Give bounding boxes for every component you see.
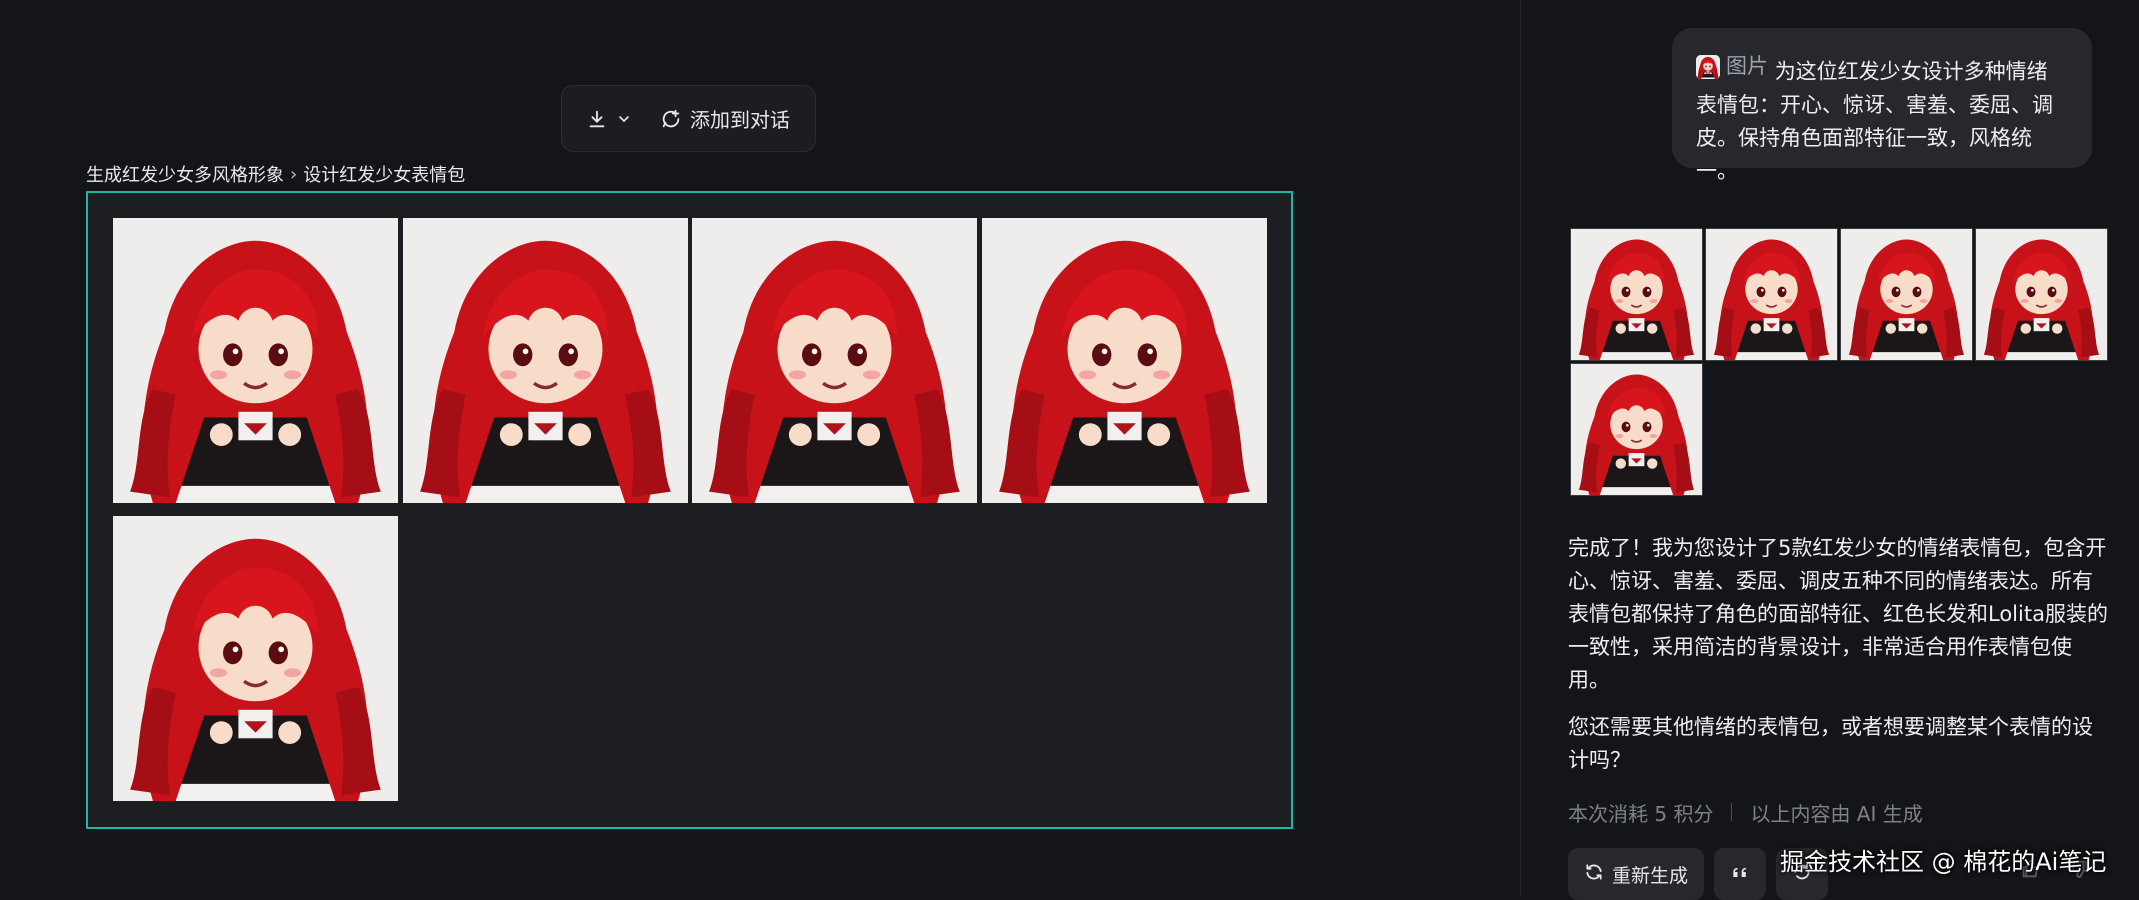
user-message-bubble: 图片 为这位红发少女设计多种情绪表情包：开心、惊讶、害羞、委屈、调皮。保持角色面… bbox=[1672, 28, 2092, 183]
reply-meta: 本次消耗 5 积分 以上内容由 AI 生成 bbox=[1568, 797, 1923, 827]
image-toolbar: 添加到对话 bbox=[561, 85, 816, 152]
assistant-reply: 完成了！我为您设计了5款红发少女的情绪表情包，包含开心、惊讶、害羞、委屈、调皮五… bbox=[1568, 532, 2113, 791]
result-thumbnail-1[interactable] bbox=[1570, 228, 1703, 361]
emoji-image-5[interactable] bbox=[113, 516, 398, 801]
reference-thumbnail bbox=[1696, 54, 1720, 79]
result-thumbnail-5[interactable] bbox=[1570, 363, 1703, 496]
quote-button[interactable] bbox=[1714, 848, 1767, 900]
result-thumbnail-3[interactable] bbox=[1840, 228, 1973, 361]
refresh-icon bbox=[1584, 862, 1604, 887]
reply-paragraph: 完成了！我为您设计了5款红发少女的情绪表情包，包含开心、惊讶、害羞、委屈、调皮五… bbox=[1568, 536, 2108, 692]
add-to-chat-button[interactable]: 添加到对话 bbox=[650, 97, 800, 141]
quote-icon bbox=[1730, 862, 1750, 887]
result-thumbnail-4[interactable] bbox=[1975, 228, 2108, 361]
reference-label: 图片 bbox=[1726, 54, 1768, 78]
watermark: 掘金技术社区 @ 棉花的Ai笔记 bbox=[1780, 848, 2107, 876]
download-icon bbox=[586, 108, 608, 130]
image-grid-frame bbox=[86, 191, 1293, 829]
meta-divider bbox=[1731, 803, 1733, 821]
add-chat-icon bbox=[660, 108, 682, 130]
emoji-image-2[interactable] bbox=[403, 218, 688, 503]
breadcrumb: 生成红发少女多风格形象 › 设计红发少女表情包 bbox=[86, 160, 465, 188]
breadcrumb-current: 设计红发少女表情包 bbox=[303, 165, 466, 186]
emoji-image-1[interactable] bbox=[113, 218, 398, 503]
regenerate-button[interactable]: 重新生成 bbox=[1568, 848, 1705, 900]
add-to-chat-label: 添加到对话 bbox=[690, 108, 790, 132]
breadcrumb-parent[interactable]: 生成红发少女多风格形象 bbox=[86, 161, 284, 187]
result-thumbnail-grid bbox=[1570, 228, 2110, 498]
canvas-area: 添加到对话 生成红发少女多风格形象 › 设计红发少女表情包 bbox=[0, 0, 1520, 897]
reply-paragraph: 您还需要其他情绪的表情包，或者想要调整某个表情的设计吗？ bbox=[1568, 715, 2093, 772]
download-button[interactable] bbox=[576, 97, 642, 141]
emoji-image-4[interactable] bbox=[982, 218, 1267, 503]
image-reference-chip[interactable]: 图片 bbox=[1696, 50, 1768, 83]
result-thumbnail-2[interactable] bbox=[1705, 228, 1838, 361]
regenerate-label: 重新生成 bbox=[1612, 864, 1689, 887]
chat-panel: 图片 为这位红发少女设计多种情绪表情包：开心、惊讶、害羞、委屈、调皮。保持角色面… bbox=[1521, 0, 2139, 900]
credit-cost: 本次消耗 5 积分 bbox=[1568, 801, 1714, 826]
chevron-down-icon bbox=[616, 111, 632, 127]
emoji-image-3[interactable] bbox=[692, 218, 977, 503]
breadcrumb-separator: › bbox=[290, 163, 298, 185]
ai-generated-note: 以上内容由 AI 生成 bbox=[1750, 801, 1923, 826]
